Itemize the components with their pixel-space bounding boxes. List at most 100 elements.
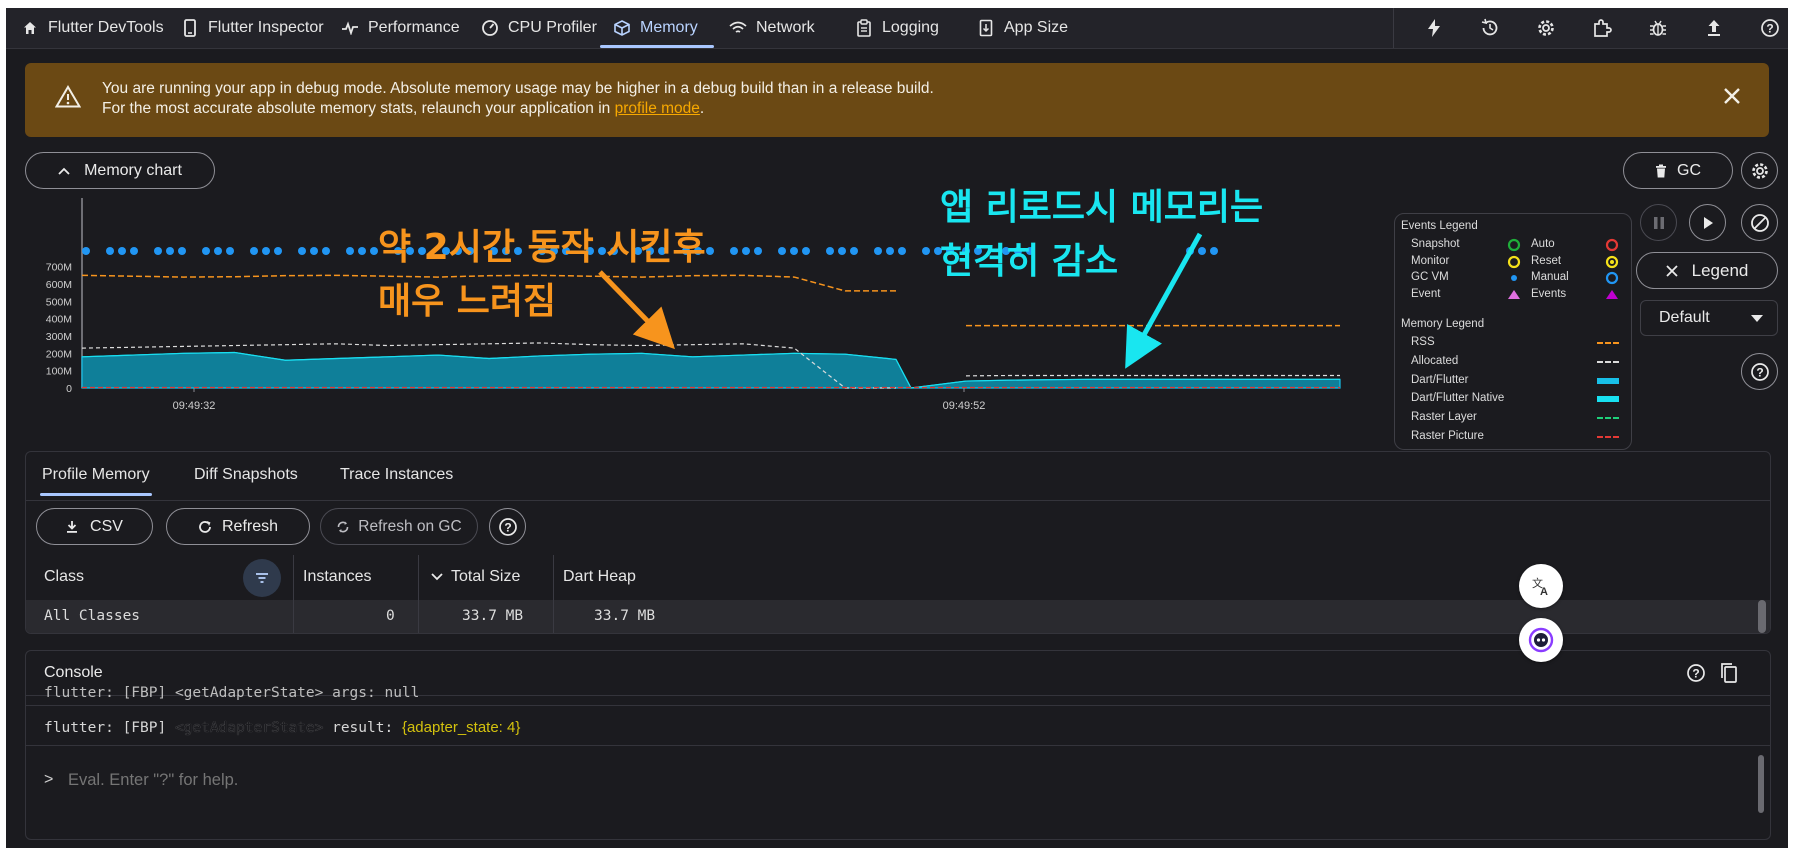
profile-help-button[interactable]: ? (489, 508, 526, 545)
gc-event-dot (178, 247, 186, 255)
pause-button[interactable] (1640, 204, 1677, 241)
help-icon[interactable]: ? (1686, 663, 1706, 683)
gc-event-dot (322, 247, 330, 255)
table-scrollbar[interactable] (1758, 600, 1766, 633)
legend-marker-icon (1606, 289, 1618, 299)
y-tick-label: 100M (46, 366, 72, 378)
bug-icon[interactable] (1646, 16, 1670, 40)
refresh-icon (198, 520, 212, 534)
gc-event-dot (826, 247, 834, 255)
upload-icon[interactable] (1702, 16, 1726, 40)
column-divider (553, 555, 554, 600)
translate-icon: 文A (1530, 575, 1552, 597)
history-icon[interactable] (1478, 16, 1502, 40)
legend-swatch (1597, 342, 1619, 344)
gc-event-dot (130, 247, 138, 255)
legend-swatch (1597, 436, 1619, 438)
legend-marker-icon (1507, 255, 1521, 268)
csv-button[interactable]: CSV (36, 508, 153, 545)
gc-event-dot (730, 247, 738, 255)
tab-divider (26, 500, 1770, 501)
refresh-button[interactable]: Refresh (166, 508, 310, 545)
console-scrollbar[interactable] (1758, 755, 1764, 813)
copy-icon[interactable] (1719, 662, 1739, 684)
memory-chart-label: Memory chart (84, 161, 182, 179)
block-icon (1750, 213, 1770, 233)
tab-network[interactable]: Network (728, 8, 815, 48)
autorenew-icon (336, 520, 350, 534)
tab-memory[interactable]: Memory (600, 8, 714, 48)
tab-label: Network (756, 19, 815, 36)
legend-marker-icon (1605, 238, 1619, 252)
column-class[interactable]: Class (44, 568, 84, 586)
close-icon[interactable] (1723, 87, 1741, 110)
gc-event-dot (850, 247, 858, 255)
resume-button[interactable] (1689, 204, 1726, 241)
lightning-icon[interactable] (1422, 16, 1446, 40)
legend-memory-dart-flutter: Dart/Flutter (1411, 374, 1619, 388)
gc-event-dot (802, 247, 810, 255)
tab-label: Flutter Inspector (208, 19, 324, 36)
gc-event-dot (154, 247, 162, 255)
chart-settings-button[interactable] (1741, 152, 1778, 189)
column-dart-heap[interactable]: Dart Heap (563, 568, 636, 586)
banner-line-2-suffix: . (699, 100, 705, 117)
tab-app-size[interactable]: App Size (976, 8, 1068, 48)
gear-icon[interactable] (1534, 16, 1558, 40)
gc-event-dot (358, 247, 366, 255)
gc-button[interactable]: GC (1623, 152, 1733, 189)
chart-help-button[interactable]: ? (1741, 353, 1778, 390)
table-row[interactable]: All Classes 0 33.7 MB 33.7 MB (26, 600, 1770, 633)
tab-logging[interactable]: Logging (854, 8, 939, 48)
legend-label: Allocated (1411, 354, 1459, 367)
gc-event-dot (202, 247, 210, 255)
x-tick-label: 09:49:52 (943, 400, 986, 412)
tab-label: Memory (640, 19, 698, 36)
eval-input[interactable] (66, 765, 1670, 795)
cube-icon (612, 18, 632, 38)
legend-label: Auto (1531, 238, 1555, 250)
memory-chart-toggle-button[interactable]: Memory chart (25, 152, 215, 189)
interval-dropdown[interactable]: Default (1640, 300, 1778, 336)
column-instances[interactable]: Instances (303, 568, 371, 586)
profile-mode-link[interactable]: profile mode (615, 100, 700, 117)
tab-performance[interactable]: Performance (340, 8, 460, 48)
tab-trace-instances[interactable]: Trace Instances (340, 466, 453, 484)
legend-button[interactable]: Legend (1636, 252, 1778, 289)
legend-label: RSS (1411, 336, 1435, 348)
tab-cpu-profiler[interactable]: CPU Profiler (480, 8, 597, 48)
annotation-slowdown-line2: 매우 느려짐 (378, 281, 557, 322)
y-tick-label: 700M (46, 262, 72, 274)
legend-memory-raster-layer: Raster Layer (1411, 411, 1619, 425)
home-icon (20, 18, 40, 38)
tab-flutter-inspector[interactable]: Flutter Inspector (180, 8, 324, 48)
legend-label: GC VM (1411, 271, 1449, 283)
gc-event-dot (742, 247, 750, 255)
svg-text:?: ? (1692, 667, 1699, 681)
tab-diff-snapshots[interactable]: Diff Snapshots (194, 466, 298, 484)
x-tick-label: 09:49:32 (173, 400, 216, 412)
extension-icon[interactable] (1590, 16, 1614, 40)
wifi-icon (728, 18, 748, 38)
legend-event-snapshot: Snapshot (1411, 238, 1521, 252)
assistant-button[interactable] (1519, 618, 1563, 662)
y-tick-label: 500M (46, 296, 72, 308)
legend-label: Event (1411, 287, 1441, 300)
file-size-icon (976, 18, 996, 38)
assistant-icon (1528, 627, 1554, 653)
gc-event-dot (778, 247, 786, 255)
console-panel: Console ? flutter: [FBP] <getAdapterStat… (25, 650, 1771, 840)
trash-icon (1655, 164, 1667, 178)
legend-event-reset: Reset (1531, 255, 1619, 269)
cell-class: All Classes (44, 608, 141, 624)
translate-button[interactable]: 文A (1519, 564, 1563, 608)
filter-button[interactable] (243, 559, 281, 597)
clear-button[interactable] (1741, 204, 1778, 241)
tab-profile-memory[interactable]: Profile Memory (40, 466, 152, 496)
tab-flutter-devtools[interactable]: Flutter DevTools (20, 8, 164, 48)
console-line-mid: result: (323, 720, 402, 736)
column-total-size[interactable]: Total Size (451, 568, 520, 586)
help-icon[interactable]: ? (1758, 16, 1782, 40)
refresh-on-gc-button[interactable]: Refresh on GC (320, 508, 478, 545)
legend-swatch (1597, 377, 1619, 384)
